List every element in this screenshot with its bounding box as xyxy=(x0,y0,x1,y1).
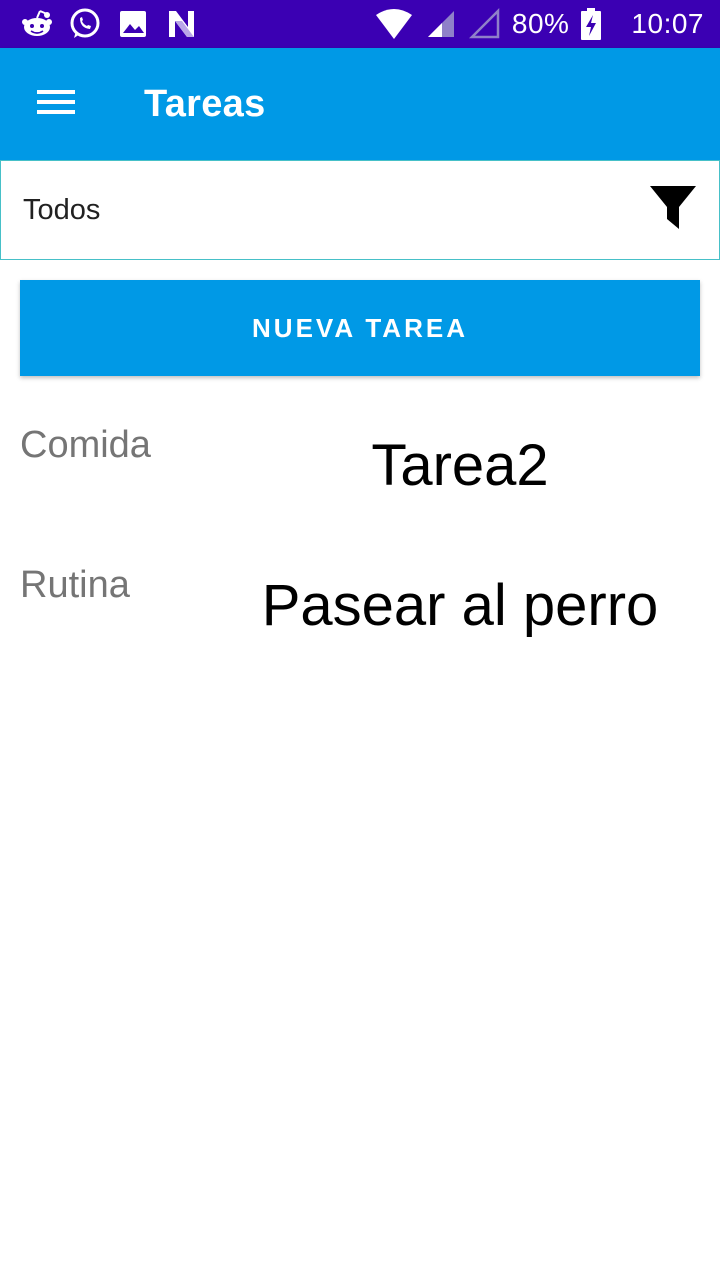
filter-selected-value[interactable]: Todos xyxy=(23,194,100,227)
notification-icons xyxy=(0,7,198,41)
task-category: Rutina xyxy=(20,564,130,606)
image-icon xyxy=(116,7,150,41)
reddit-icon xyxy=(20,7,54,41)
whatsapp-icon xyxy=(68,7,102,41)
clock: 10:07 xyxy=(631,8,704,39)
new-task-button[interactable]: NUEVA TAREA xyxy=(20,280,700,376)
list-item[interactable]: Comida Tarea2 xyxy=(0,410,720,550)
hamburger-menu-icon xyxy=(37,88,75,121)
task-name: Pasear al perro xyxy=(261,573,659,638)
status-bar: 80% 10:07 xyxy=(0,0,720,48)
filter-button[interactable] xyxy=(645,182,701,238)
task-name: Tarea2 xyxy=(371,433,549,498)
filter-icon xyxy=(648,183,698,238)
n-icon xyxy=(164,7,198,41)
signal-icon xyxy=(424,7,458,41)
signal-empty-icon xyxy=(468,7,502,41)
page-title: Tareas xyxy=(144,82,266,125)
app-bar: Tareas xyxy=(0,48,720,160)
battery-percent: 80% xyxy=(511,8,570,39)
battery-charging-icon xyxy=(579,7,603,41)
menu-button[interactable] xyxy=(0,48,112,160)
task-category: Comida xyxy=(20,424,151,466)
filter-selector[interactable]: Todos xyxy=(0,160,720,260)
system-status: 80% 10:07 xyxy=(374,7,720,41)
task-list: Comida Tarea2 Rutina Pasear al perro xyxy=(0,410,720,690)
wifi-icon xyxy=(374,7,414,41)
list-item[interactable]: Rutina Pasear al perro xyxy=(0,550,720,690)
